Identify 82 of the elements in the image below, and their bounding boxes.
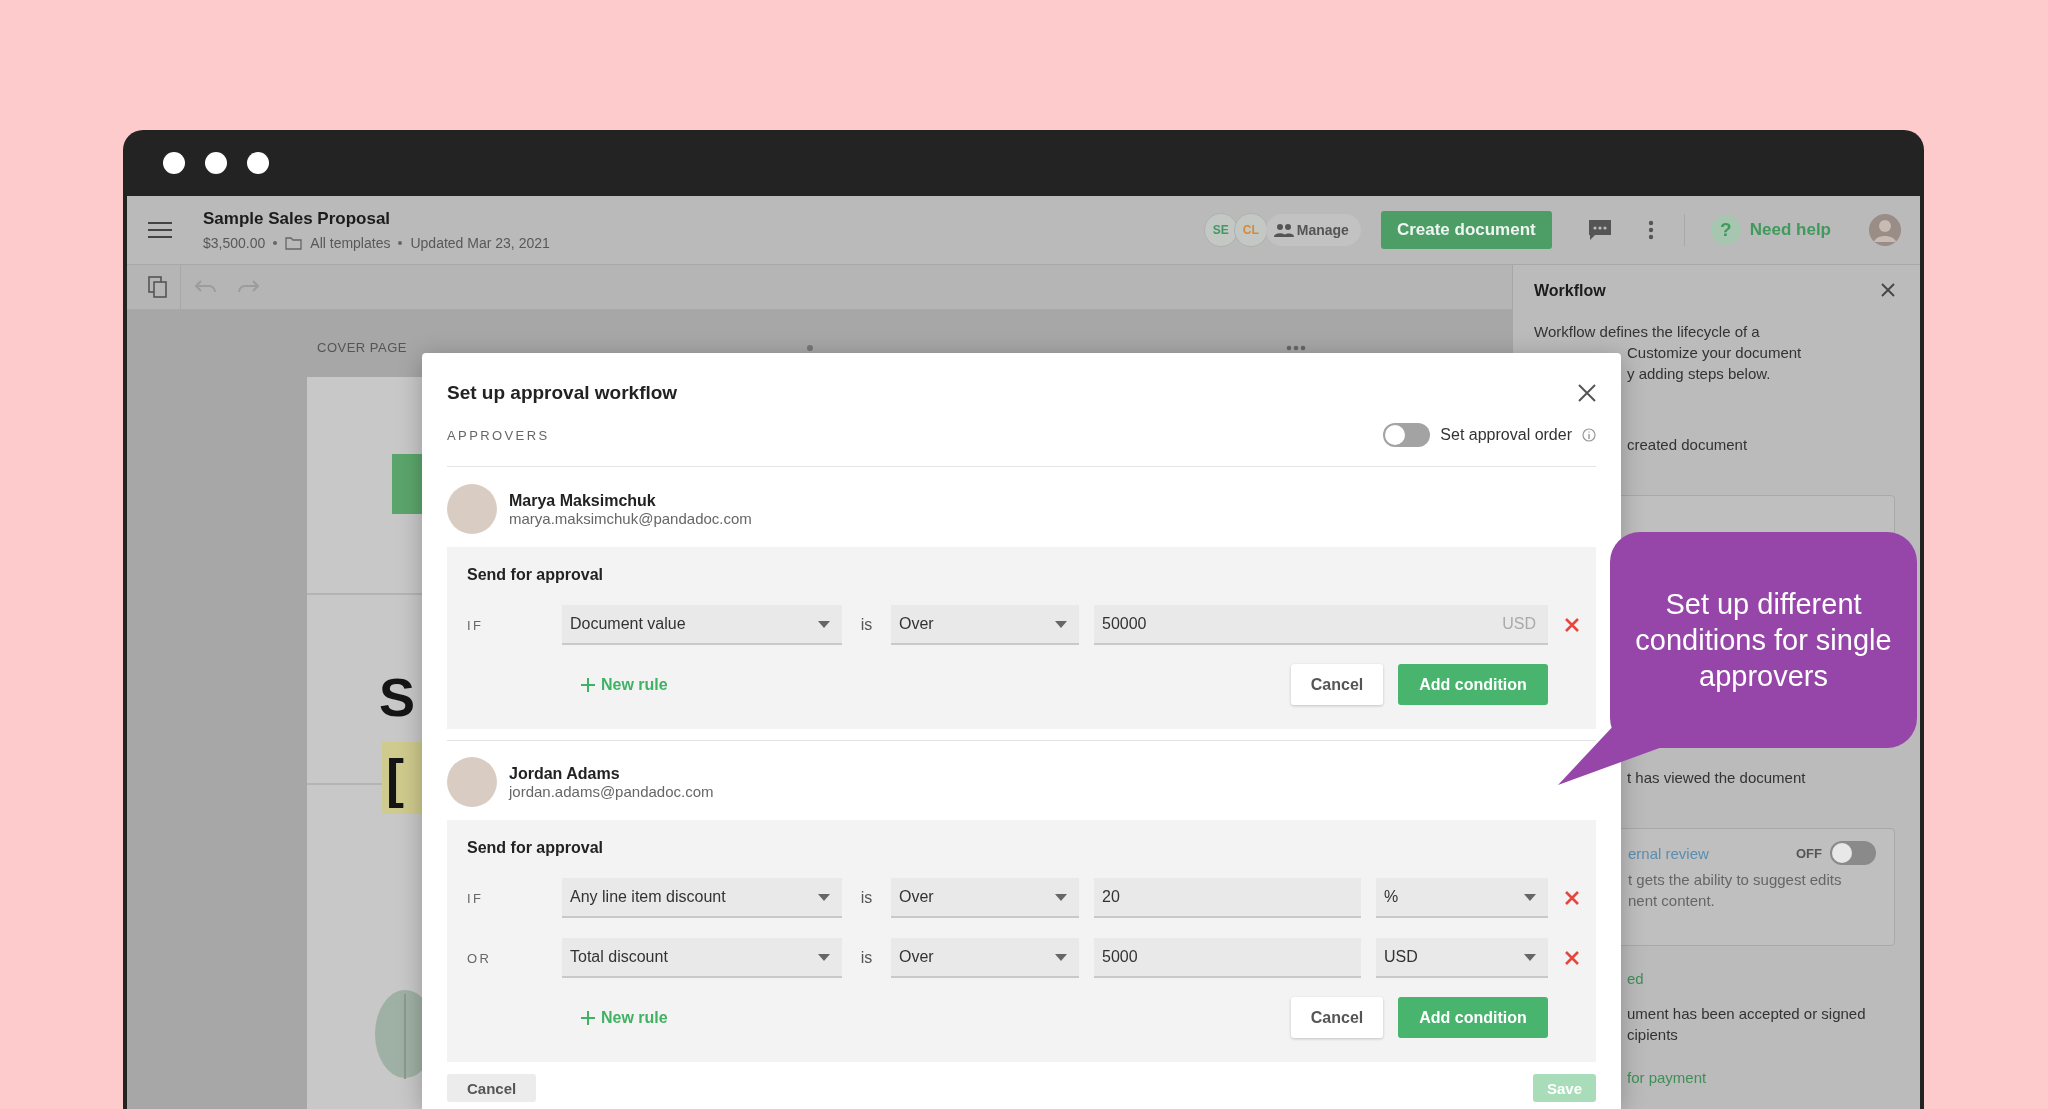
logo-block <box>392 454 422 514</box>
caret-icon <box>1524 893 1536 901</box>
condition-heading: Send for approval <box>467 838 605 858</box>
caret-icon <box>1055 620 1067 628</box>
operator-dropdown[interactable]: Over <box>891 605 1079 645</box>
plus-icon <box>581 1010 595 1025</box>
step-title: ed <box>1627 969 1644 989</box>
condition-heading: Send for approval <box>467 565 605 585</box>
step-description: ument has been accepted or signed <box>1627 1004 1866 1024</box>
window-dot[interactable] <box>163 152 185 174</box>
folder-link[interactable]: All templates <box>310 235 391 251</box>
plus-icon <box>581 677 595 692</box>
updated-date: Updated Mar 23, 2021 <box>410 235 550 251</box>
intro-text: Workflow defines the lifecycle of a <box>1534 322 1761 342</box>
window-dot[interactable] <box>247 152 269 174</box>
copy-icon[interactable] <box>148 276 168 298</box>
operator-label: is <box>859 616 874 634</box>
caret-icon <box>1055 953 1067 961</box>
close-icon[interactable] <box>1881 283 1895 297</box>
field-dropdown[interactable]: Total discount <box>562 938 842 978</box>
approver-name: Marya Maksimchuk <box>509 491 657 510</box>
operator-dropdown[interactable]: Over <box>891 938 1079 978</box>
cancel-button[interactable]: Cancel <box>1291 997 1383 1038</box>
more-icon[interactable] <box>1647 220 1654 240</box>
avatar <box>447 484 497 534</box>
chat-icon[interactable] <box>1587 219 1612 241</box>
toggle-switch[interactable] <box>1830 841 1876 865</box>
approver-email: marya.maksimchuk@pandadoc.com <box>509 509 752 527</box>
menu-icon[interactable] <box>148 221 172 239</box>
modal-title: Set up approval workflow <box>447 382 678 404</box>
folder-icon <box>285 236 303 250</box>
people-icon <box>1273 223 1294 237</box>
document-amount: $3,500.00 <box>203 235 266 251</box>
more-icon[interactable] <box>1286 344 1306 351</box>
rule-connector: IF <box>467 890 485 906</box>
field-dropdown[interactable]: Document value <box>562 605 842 645</box>
caret-icon <box>1055 893 1067 901</box>
operator-dropdown[interactable]: Over <box>891 878 1079 918</box>
toggle-status: OFF <box>1796 844 1822 863</box>
value-input[interactable]: 50000 USD <box>1094 605 1548 645</box>
operator-label: is <box>859 949 874 967</box>
unit-dropdown[interactable]: USD <box>1376 938 1548 978</box>
window-dot[interactable] <box>205 152 227 174</box>
step-description: t gets the ability to suggest edits <box>1628 870 1843 890</box>
placeholder-text: [ <box>382 742 422 814</box>
section-label: COVER PAGE <box>316 340 408 355</box>
intro-text: y adding steps below. <box>1627 364 1771 384</box>
step-description: nent content. <box>1628 891 1716 911</box>
approval-order-toggle[interactable] <box>1383 423 1431 447</box>
drag-handle-icon[interactable] <box>807 344 813 351</box>
document-title: Sample Sales Proposal <box>203 209 392 229</box>
remove-icon[interactable] <box>1564 950 1580 966</box>
caret-icon <box>818 620 830 628</box>
approver-name: Jordan Adams <box>509 764 621 783</box>
approver-email: jordan.adams@pandadoc.com <box>509 782 714 800</box>
callout-text: Set up different conditions for single approvers <box>1635 587 1892 694</box>
avatar <box>447 757 497 807</box>
step-description: cipients <box>1627 1025 1679 1045</box>
value-input[interactable]: 20 <box>1094 878 1361 918</box>
field-dropdown[interactable]: Any line item discount <box>562 878 842 918</box>
cancel-button[interactable]: Cancel <box>1291 664 1383 705</box>
document-heading: S <box>379 670 416 724</box>
remove-icon[interactable] <box>1564 617 1580 633</box>
rule-connector: IF <box>467 617 485 633</box>
toggle-label: Set approval order <box>1440 426 1572 444</box>
close-icon[interactable] <box>1578 384 1596 402</box>
unit-dropdown[interactable]: % <box>1376 878 1548 918</box>
caret-icon <box>818 893 830 901</box>
panel-title: Workflow <box>1534 280 1606 301</box>
caret-icon <box>1524 953 1536 961</box>
step-description: t has viewed the document <box>1627 768 1806 788</box>
step-title: for payment <box>1627 1068 1707 1088</box>
manage-button[interactable]: Manage <box>1265 214 1361 246</box>
intro-text: Customize your document <box>1627 343 1802 363</box>
step-description: created document <box>1627 435 1748 455</box>
caret-icon <box>818 953 830 961</box>
section-label: APPROVERS <box>447 427 550 443</box>
operator-label: is <box>859 889 874 907</box>
value-input[interactable]: 5000 <box>1094 938 1361 978</box>
info-icon[interactable] <box>1582 428 1596 442</box>
remove-icon[interactable] <box>1564 890 1580 906</box>
rule-connector: OR <box>467 950 493 966</box>
